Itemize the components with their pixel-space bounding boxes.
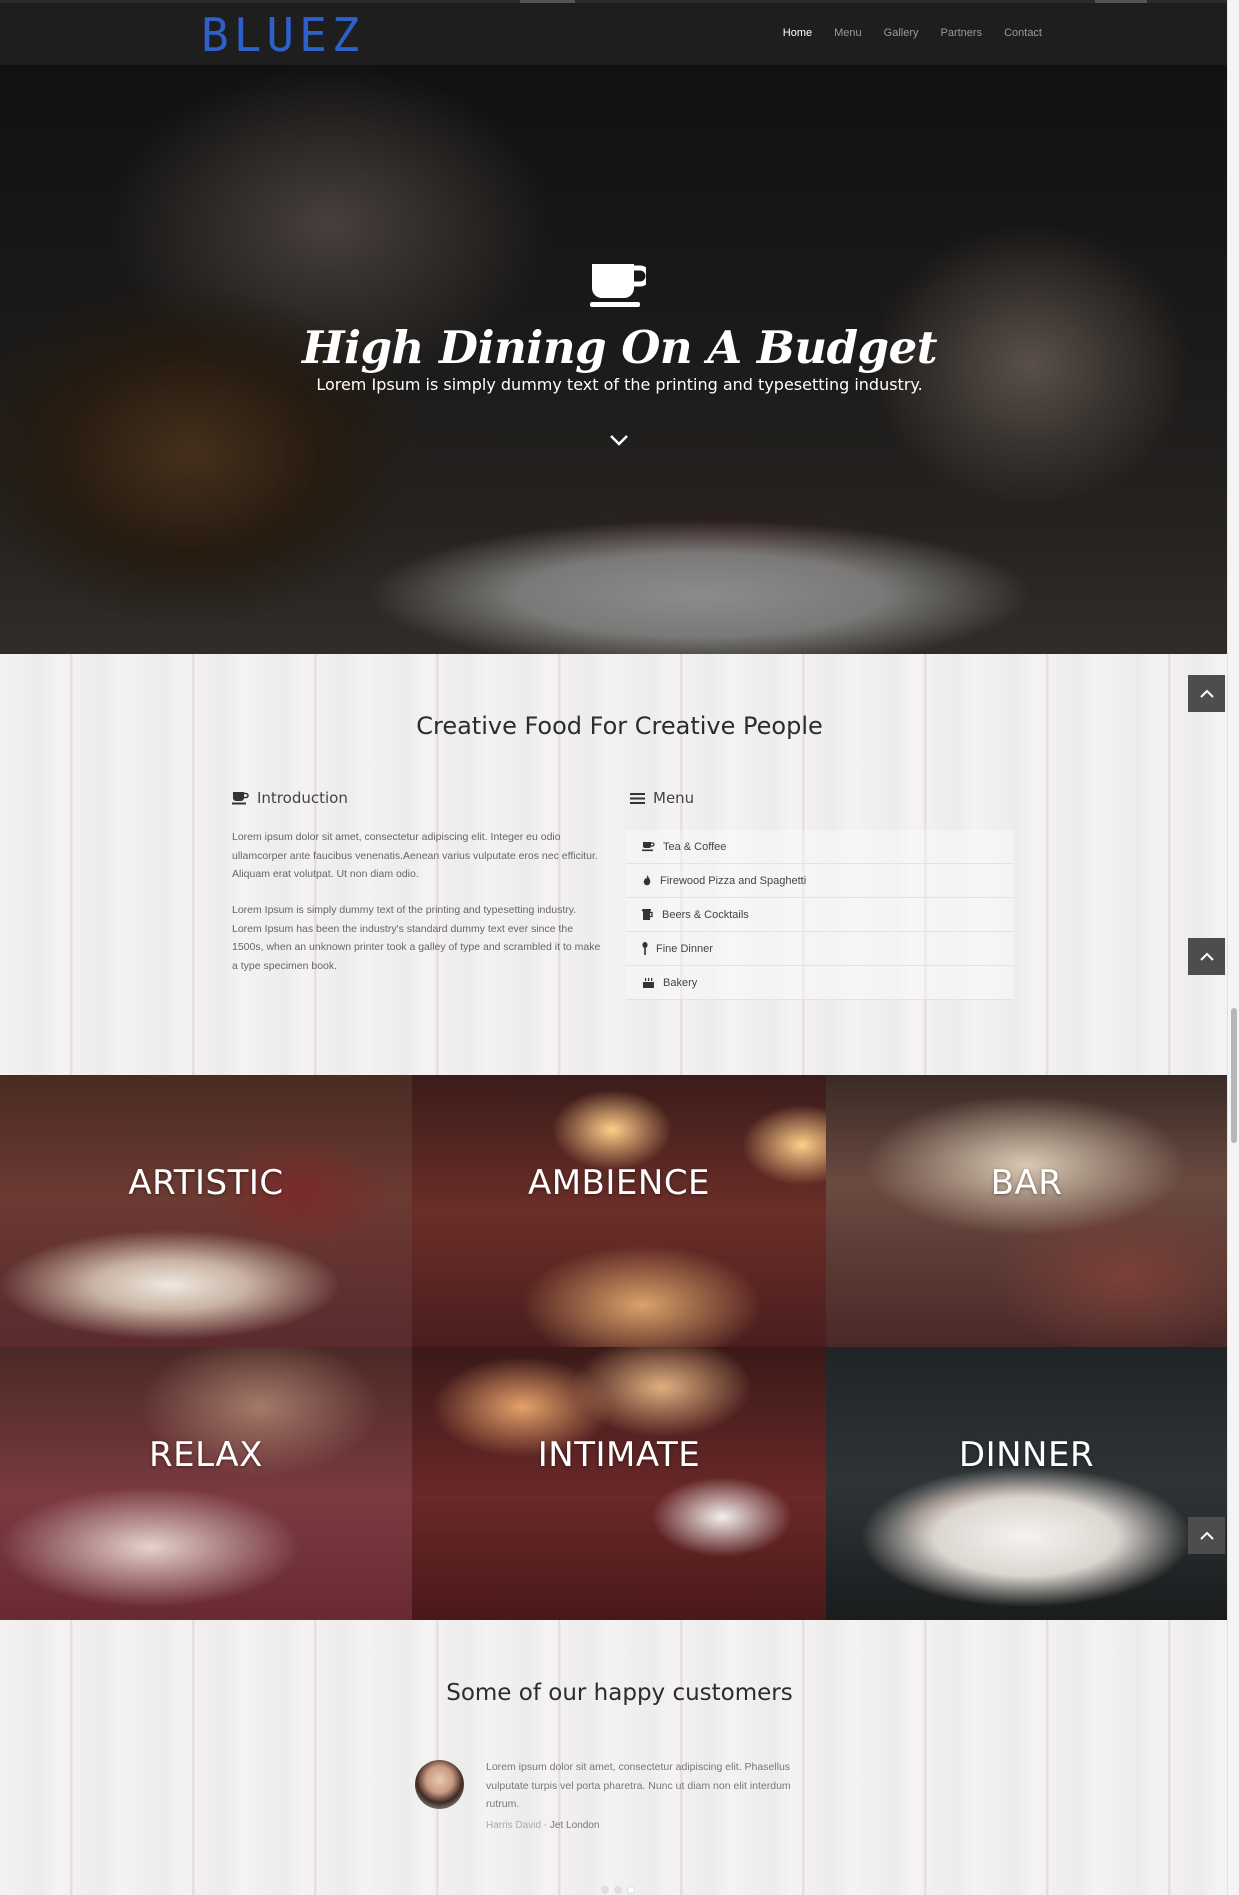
- menu-item-label: Tea & Coffee: [663, 840, 727, 853]
- gallery-tile-dinner[interactable]: DINNER: [826, 1347, 1227, 1620]
- hero-section: High Dining On A Budget Lorem Ipsum is s…: [0, 65, 1227, 654]
- chevron-up-icon: [1199, 1531, 1214, 1540]
- chevron-up-icon: [1199, 689, 1214, 698]
- about-section: Creative Food For Creative People Introd…: [0, 654, 1227, 1075]
- main-menu: Home Menu Gallery Partners Contact: [783, 27, 1042, 39]
- carousel-dot-active[interactable]: [627, 1886, 635, 1894]
- menu-item-label: Firewood Pizza and Spaghetti: [660, 874, 807, 887]
- gallery-tile-label: DINNER: [958, 1435, 1095, 1475]
- coffee-cup-icon: [642, 842, 655, 852]
- page-scrollbar[interactable]: [1227, 0, 1239, 1895]
- spoon-icon: [642, 942, 648, 955]
- testimonials-heading: Some of our happy customers: [446, 1680, 793, 1706]
- intro-title: Introduction: [232, 789, 348, 807]
- gallery-tile-ambience[interactable]: AMBIENCE: [412, 1075, 826, 1347]
- gallery-tile-relax[interactable]: RELAX: [0, 1347, 412, 1620]
- menu-item-bakery[interactable]: Bakery: [626, 966, 1014, 1000]
- testimonial-author: Harris David - Jet London: [486, 1820, 599, 1831]
- testimonial-quote: Lorem ipsum dolor sit amet, consectetur …: [486, 1761, 791, 1810]
- gallery-tile-label: RELAX: [149, 1435, 263, 1475]
- nav-link-home[interactable]: Home: [783, 27, 812, 39]
- scrollbar-thumb[interactable]: [1231, 1008, 1237, 1143]
- gallery-tile-artistic[interactable]: ARTISTIC: [0, 1075, 412, 1347]
- brand-logo[interactable]: BLUEZ: [201, 12, 364, 58]
- nav-link-contact[interactable]: Contact: [1004, 27, 1042, 39]
- coffee-cup-icon: [590, 264, 646, 307]
- gallery-grid: ARTISTIC AMBIENCE BAR RELAX INTIMATE DIN…: [0, 1075, 1227, 1620]
- intro-paragraph-1: Lorem ipsum dolor sit amet, consectetur …: [232, 831, 598, 880]
- back-to-top-button[interactable]: [1188, 675, 1225, 712]
- author-company: Jet London: [549, 1820, 600, 1831]
- chevron-down-icon[interactable]: [609, 433, 629, 447]
- fire-icon: [643, 874, 651, 885]
- gallery-tile-label: BAR: [990, 1163, 1063, 1203]
- about-heading: Creative Food For Creative People: [416, 712, 823, 740]
- menu-item-fine-dinner[interactable]: Fine Dinner: [626, 932, 1014, 966]
- menu-item-label: Fine Dinner: [656, 942, 713, 955]
- food-menu-list: Tea & Coffee Firewood Pizza and Spaghett…: [626, 830, 1014, 1000]
- nav-link-gallery[interactable]: Gallery: [884, 27, 919, 39]
- top-navbar: BLUEZ Home Menu Gallery Partners Contact: [0, 0, 1227, 65]
- menu-title: Menu: [630, 789, 694, 807]
- author-separator: -: [541, 1820, 550, 1831]
- cake-icon: [643, 978, 654, 988]
- back-to-top-button[interactable]: [1188, 1517, 1225, 1554]
- carousel-dot[interactable]: [601, 1886, 609, 1894]
- hero-title: High Dining On A Budget: [301, 321, 938, 374]
- menu-item-label: Beers & Cocktails: [662, 908, 749, 921]
- customer-avatar: [415, 1760, 464, 1809]
- intro-title-label: Introduction: [257, 789, 348, 807]
- back-to-top-button[interactable]: [1188, 938, 1225, 975]
- gallery-tile-label: AMBIENCE: [527, 1163, 711, 1203]
- gallery-tile-label: ARTISTIC: [128, 1163, 284, 1203]
- menu-item-tea-coffee[interactable]: Tea & Coffee: [626, 830, 1014, 864]
- intro-paragraph-2: Lorem Ipsum is simply dummy text of the …: [232, 904, 601, 972]
- gallery-tile-intimate[interactable]: INTIMATE: [412, 1347, 826, 1620]
- nav-link-menu[interactable]: Menu: [834, 27, 862, 39]
- gallery-tile-bar[interactable]: BAR: [826, 1075, 1227, 1347]
- chevron-up-icon: [1199, 952, 1214, 961]
- menu-title-label: Menu: [653, 789, 695, 807]
- coffee-cup-icon: [232, 792, 249, 805]
- author-name: Harris David: [486, 1820, 542, 1831]
- nav-link-partners[interactable]: Partners: [941, 27, 983, 39]
- testimonials-section: Some of our happy customers Lorem ipsum …: [0, 1620, 1227, 1895]
- menu-item-pizza[interactable]: Firewood Pizza and Spaghetti: [626, 864, 1014, 898]
- menu-item-label: Bakery: [663, 976, 698, 989]
- gallery-tile-label: INTIMATE: [537, 1435, 701, 1475]
- beer-icon: [642, 909, 653, 920]
- carousel-dot[interactable]: [614, 1886, 622, 1894]
- hero-subtitle: Lorem Ipsum is simply dummy text of the …: [316, 375, 923, 394]
- hamburger-icon: [630, 792, 645, 804]
- carousel-dots: [601, 1886, 635, 1894]
- menu-item-beers[interactable]: Beers & Cocktails: [626, 898, 1014, 932]
